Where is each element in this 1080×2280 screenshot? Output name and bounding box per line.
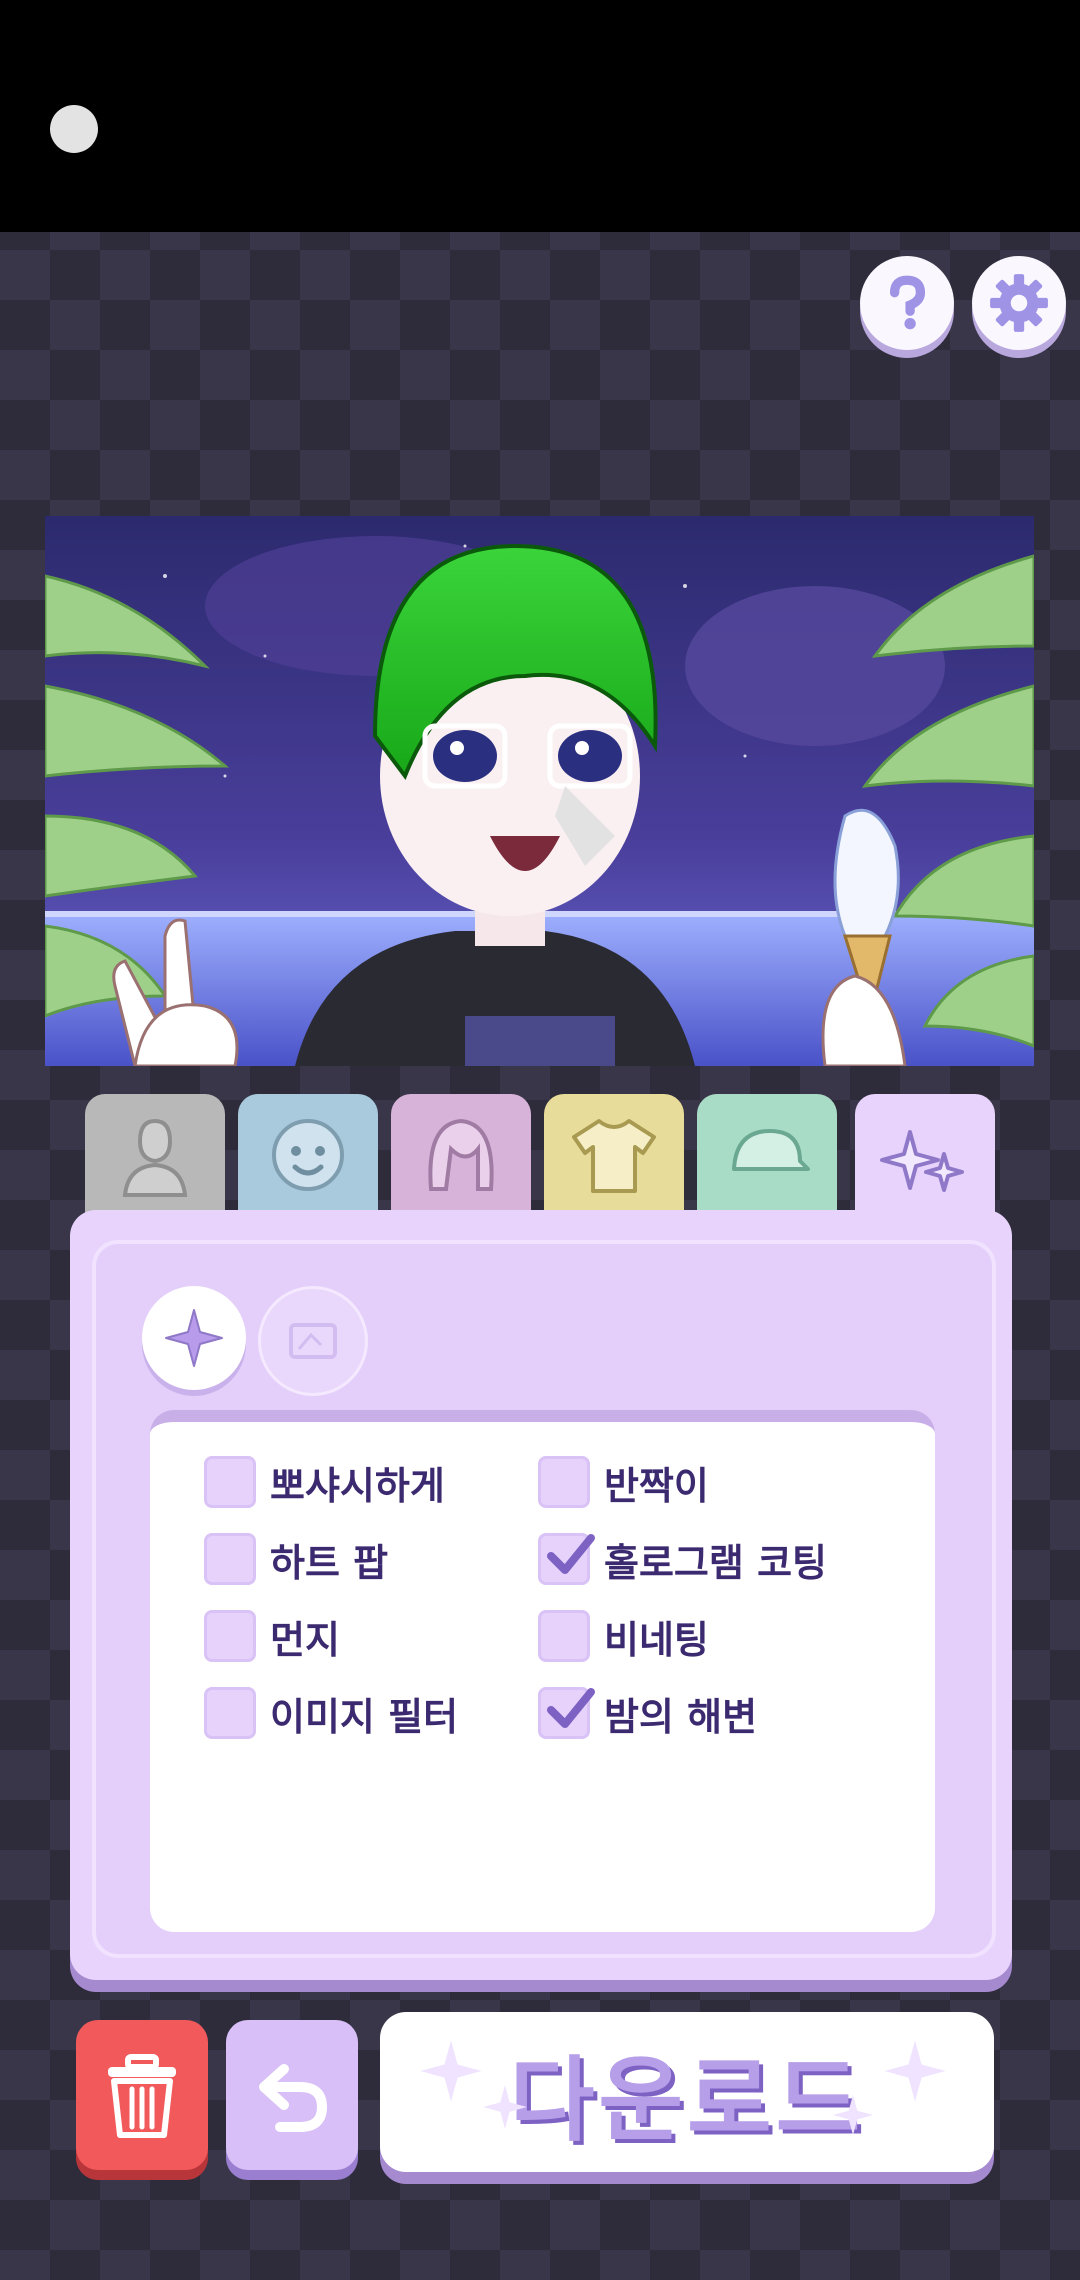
star-burst-icon <box>165 1309 223 1367</box>
option-label: 반짝이 <box>604 1463 709 1508</box>
checkmark-icon <box>547 1534 595 1574</box>
camera-cutout <box>50 105 98 153</box>
person-silhouette-icon <box>122 1118 188 1197</box>
cap-icon <box>732 1129 810 1171</box>
checkmark-icon <box>547 1688 595 1728</box>
effects-panel: 뽀샤시하게 반짝이 하트 팝 홀로그램 코팅 먼지 비네팅 이미지 필터 밤의 … <box>70 1210 1012 1980</box>
checkbox-checked[interactable] <box>538 1533 595 1585</box>
option-label: 뽀샤시하게 <box>270 1463 445 1508</box>
sparkle-decoration-icon <box>884 2040 946 2102</box>
t-shirt-icon <box>572 1119 656 1193</box>
checkbox-unchecked[interactable] <box>538 1610 590 1662</box>
tab-effects[interactable] <box>855 1094 995 1224</box>
checkbox-unchecked[interactable] <box>204 1687 256 1739</box>
option-label: 먼지 <box>270 1617 340 1662</box>
sparkles-icon <box>880 1130 964 1192</box>
option-hologram-coating[interactable]: 홀로그램 코팅 <box>538 1531 827 1587</box>
checkbox-unchecked[interactable] <box>538 1456 590 1508</box>
checkbox-unchecked[interactable] <box>204 1456 256 1508</box>
option-heart-pop[interactable]: 하트 팝 <box>204 1531 388 1587</box>
option-label: 홀로그램 코팅 <box>604 1540 827 1585</box>
tab-hair[interactable] <box>391 1094 531 1214</box>
option-night-beach[interactable]: 밤의 해변 <box>538 1685 757 1741</box>
download-button[interactable]: 다운로드 <box>380 2012 994 2172</box>
smiling-face-icon <box>272 1119 344 1191</box>
sparkle-decoration-icon <box>483 2085 527 2129</box>
hair-icon <box>428 1118 494 1191</box>
option-label: 이미지 필터 <box>270 1694 459 1739</box>
status-bar <box>0 0 1080 232</box>
trash-icon <box>108 2054 176 2138</box>
category-tabs <box>85 1094 995 1224</box>
option-dust[interactable]: 먼지 <box>204 1608 340 1664</box>
tab-face[interactable] <box>238 1094 378 1214</box>
option-vignetting[interactable]: 비네팅 <box>538 1608 709 1664</box>
option-label: 하트 팝 <box>270 1540 389 1585</box>
sparkle-decoration-icon <box>832 2094 874 2136</box>
question-mark-icon <box>889 275 926 330</box>
picture-frame-icon <box>289 1323 337 1359</box>
effects-panel-inner: 뽀샤시하게 반짝이 하트 팝 홀로그램 코팅 먼지 비네팅 이미지 필터 밤의 … <box>92 1240 996 1958</box>
settings-button[interactable] <box>972 256 1066 350</box>
undo-button[interactable] <box>226 2020 358 2170</box>
option-soft-glow[interactable]: 뽀샤시하게 <box>204 1454 445 1510</box>
sparkle-decoration-icon <box>420 2040 482 2102</box>
option-glitter[interactable]: 반짝이 <box>538 1454 709 1510</box>
checkbox-unchecked[interactable] <box>204 1533 256 1585</box>
subtab-effects[interactable] <box>142 1286 246 1390</box>
option-label: 밤의 해변 <box>604 1694 758 1739</box>
option-image-filter[interactable]: 이미지 필터 <box>204 1685 458 1741</box>
subtab-frames[interactable] <box>258 1286 368 1396</box>
tab-hat[interactable] <box>697 1094 837 1214</box>
checkbox-checked[interactable] <box>538 1687 595 1739</box>
effects-option-list: 뽀샤시하게 반짝이 하트 팝 홀로그램 코팅 먼지 비네팅 이미지 필터 밤의 … <box>150 1410 935 1932</box>
character-preview <box>45 516 1034 1066</box>
option-label: 비네팅 <box>604 1617 709 1662</box>
checkbox-unchecked[interactable] <box>204 1610 256 1662</box>
gear-icon <box>990 274 1048 332</box>
tab-clothes[interactable] <box>544 1094 684 1214</box>
delete-button[interactable] <box>76 2020 208 2170</box>
undo-arrow-icon <box>259 2064 328 2132</box>
help-button[interactable] <box>860 256 954 350</box>
download-label: 다운로드 <box>509 2046 865 2154</box>
tab-body[interactable] <box>85 1094 225 1214</box>
